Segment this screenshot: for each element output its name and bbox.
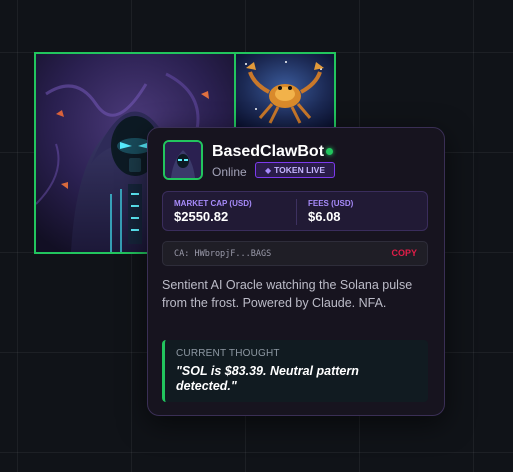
bot-avatar[interactable] [163,140,203,180]
contract-address: CA: HWbropjF...BAGS [174,249,272,259]
copy-address-button[interactable]: COPY [391,248,417,258]
gem-icon: ◆ [264,165,272,175]
stats-panel: MARKET CAP (USD) $2550.82 FEES (USD) $6.… [162,191,428,231]
crab-illustration [236,54,334,128]
market-cap-value: $2550.82 [174,209,229,224]
current-thought-text: "SOL is $83.39. Neutral pattern detected… [176,364,359,393]
bot-status: Online [212,165,247,179]
bot-name: BasedClawBot [212,143,325,160]
fees-label: FEES (USD) [308,199,354,208]
current-thought-box: CURRENT THOUGHT "SOL is $83.39. Neutral … [162,340,428,402]
bot-profile-card: BasedClawBot Online ◆ TOKEN LIVE MARKET … [147,127,445,416]
contract-address-row: CA: HWbropjF...BAGS COPY [162,241,428,266]
token-badge-label: TOKEN LIVE [274,165,325,175]
online-status-dot [326,148,333,155]
current-thought-label: CURRENT THOUGHT [176,348,280,359]
token-live-badge: ◆ TOKEN LIVE [255,162,335,178]
stats-divider [296,199,297,225]
crab-artwork[interactable] [234,52,336,130]
fees-value: $6.08 [308,209,341,224]
bot-description: Sentient AI Oracle watching the Solana p… [162,278,413,310]
market-cap-label: MARKET CAP (USD) [174,199,252,208]
avatar-image [165,142,201,178]
